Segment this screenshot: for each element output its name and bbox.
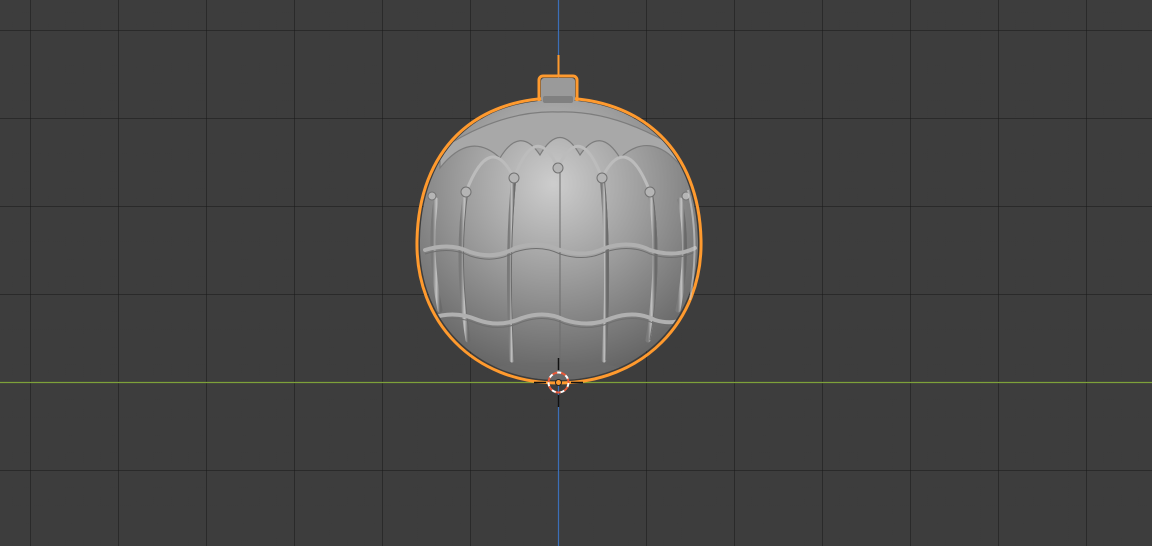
ornament-cap-ring <box>543 96 573 103</box>
origin-point-icon <box>555 379 562 386</box>
viewport-canvas[interactable] <box>0 0 1152 546</box>
ornament-mesh[interactable] <box>415 55 703 385</box>
3d-viewport[interactable] <box>0 0 1152 546</box>
